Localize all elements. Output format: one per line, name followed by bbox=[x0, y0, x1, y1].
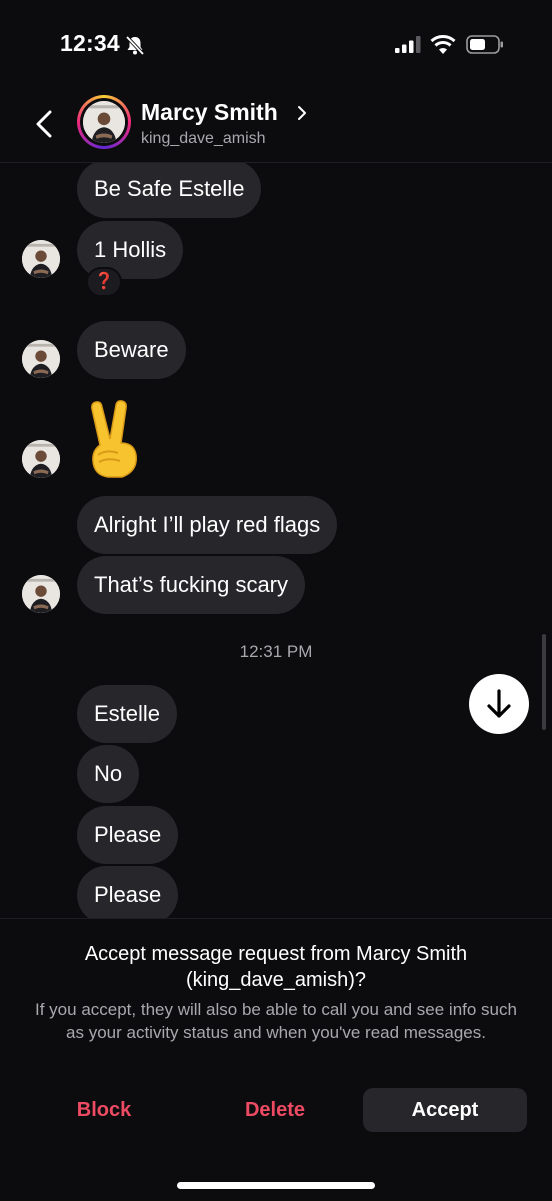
request-description: If you accept, they will also be able to… bbox=[35, 1000, 517, 1042]
victory-hand-emoji[interactable] bbox=[84, 399, 144, 479]
message-bubble[interactable]: Please bbox=[77, 866, 179, 918]
message-bubble[interactable]: That’s fucking scary bbox=[77, 556, 306, 614]
message-bubble[interactable]: Alright I’ll play red flags bbox=[77, 496, 338, 554]
home-indicator[interactable] bbox=[177, 1182, 375, 1189]
status-bar: 12:34 bbox=[0, 0, 552, 90]
request-title: Accept message request from Marcy Smith … bbox=[84, 943, 468, 991]
wifi-icon bbox=[430, 35, 456, 54]
contact-username: king_dave_amish bbox=[141, 130, 266, 147]
chat-header: Marcy Smith king_dave_amish bbox=[0, 90, 552, 163]
message-bubble[interactable]: Estelle bbox=[77, 685, 178, 743]
message-bubble[interactable]: Please bbox=[77, 806, 179, 864]
sender-avatar[interactable] bbox=[22, 240, 60, 278]
arrow-down-icon bbox=[487, 689, 511, 718]
message-bubble[interactable]: Beware bbox=[77, 321, 186, 379]
reaction-badge[interactable]: ❓ bbox=[86, 267, 122, 297]
sender-avatar[interactable] bbox=[22, 575, 60, 613]
chevron-right-icon[interactable] bbox=[296, 105, 308, 121]
message-timestamp: 12:31 PM bbox=[239, 642, 313, 661]
message-bubble[interactable]: Be Safe Estelle bbox=[77, 163, 262, 218]
sender-avatar[interactable] bbox=[22, 340, 60, 378]
back-chevron-icon[interactable] bbox=[28, 104, 58, 144]
scrollbar[interactable] bbox=[542, 634, 546, 730]
sender-avatar[interactable] bbox=[22, 440, 60, 478]
contact-avatar[interactable] bbox=[77, 95, 131, 149]
accept-button[interactable]: Accept bbox=[363, 1088, 527, 1132]
bell-muted-icon bbox=[125, 35, 145, 56]
message-thread[interactable]: Be Safe Estelle 1 Hollis ❓ Beware Alrigh… bbox=[0, 163, 552, 918]
delete-button[interactable]: Delete bbox=[205, 1088, 345, 1132]
status-time: 12:34 bbox=[60, 30, 120, 56]
block-button[interactable]: Block bbox=[34, 1088, 174, 1132]
message-bubble[interactable]: No bbox=[77, 745, 140, 803]
message-request-panel: Accept message request from Marcy Smith … bbox=[0, 918, 552, 1201]
scroll-to-bottom-button[interactable] bbox=[469, 674, 529, 734]
contact-name[interactable]: Marcy Smith bbox=[141, 99, 278, 126]
cellular-signal-icon bbox=[395, 36, 421, 53]
battery-icon bbox=[466, 35, 503, 54]
